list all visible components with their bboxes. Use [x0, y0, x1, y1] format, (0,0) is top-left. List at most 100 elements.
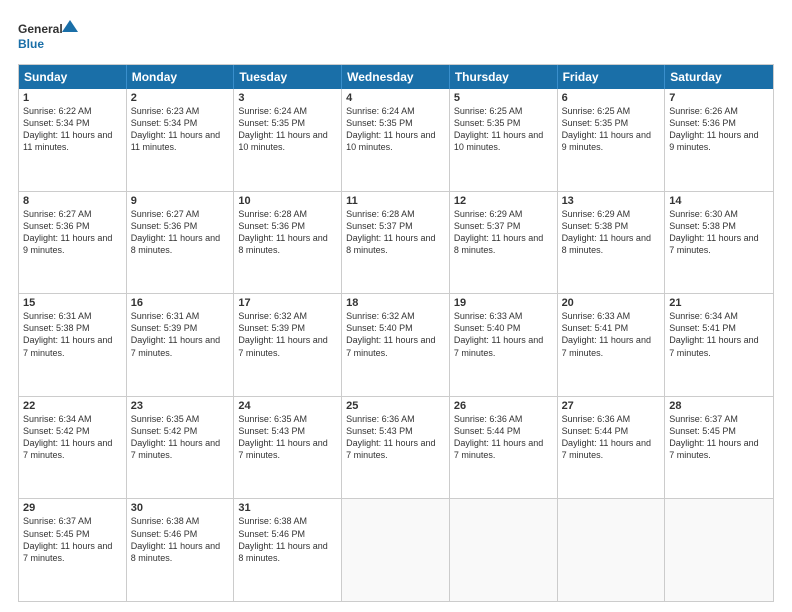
- daylight-hours: 10 minutes.: [238, 141, 337, 153]
- calendar-body: 1Sunrise: 6:22 AMSunset: 5:34 PMDaylight…: [19, 89, 773, 601]
- daylight-hours: 8 minutes.: [131, 244, 230, 256]
- empty-cell: [665, 499, 773, 601]
- sunrise-line: Sunrise: 6:37 AM: [23, 515, 122, 527]
- daylight-label: Daylight: 11 hours and: [669, 129, 769, 141]
- day-number: 20: [562, 297, 661, 309]
- sunrise-line: Sunrise: 6:34 AM: [23, 413, 122, 425]
- sunrise-line: Sunrise: 6:26 AM: [669, 105, 769, 117]
- day-number: 22: [23, 400, 122, 412]
- day-cell-4: 4Sunrise: 6:24 AMSunset: 5:35 PMDaylight…: [342, 89, 450, 191]
- day-cell-13: 13Sunrise: 6:29 AMSunset: 5:38 PMDayligh…: [558, 192, 666, 294]
- sunset-line: Sunset: 5:35 PM: [562, 117, 661, 129]
- sunset-line: Sunset: 5:39 PM: [131, 322, 230, 334]
- day-number: 1: [23, 92, 122, 104]
- daylight-hours: 10 minutes.: [346, 141, 445, 153]
- daylight-label: Daylight: 11 hours and: [669, 437, 769, 449]
- daylight-label: Daylight: 11 hours and: [23, 540, 122, 552]
- sunrise-line: Sunrise: 6:29 AM: [454, 208, 553, 220]
- day-header-monday: Monday: [127, 65, 235, 89]
- day-cell-17: 17Sunrise: 6:32 AMSunset: 5:39 PMDayligh…: [234, 294, 342, 396]
- day-cell-27: 27Sunrise: 6:36 AMSunset: 5:44 PMDayligh…: [558, 397, 666, 499]
- daylight-label: Daylight: 11 hours and: [454, 334, 553, 346]
- daylight-label: Daylight: 11 hours and: [131, 129, 230, 141]
- day-cell-29: 29Sunrise: 6:37 AMSunset: 5:45 PMDayligh…: [19, 499, 127, 601]
- day-header-thursday: Thursday: [450, 65, 558, 89]
- daylight-hours: 9 minutes.: [23, 244, 122, 256]
- day-cell-2: 2Sunrise: 6:23 AMSunset: 5:34 PMDaylight…: [127, 89, 235, 191]
- daylight-label: Daylight: 11 hours and: [454, 129, 553, 141]
- sunrise-line: Sunrise: 6:36 AM: [562, 413, 661, 425]
- daylight-hours: 8 minutes.: [238, 244, 337, 256]
- sunset-line: Sunset: 5:38 PM: [669, 220, 769, 232]
- page: General Blue SundayMondayTuesdayWednesda…: [0, 0, 792, 612]
- sunrise-line: Sunrise: 6:36 AM: [454, 413, 553, 425]
- daylight-hours: 7 minutes.: [131, 347, 230, 359]
- sunset-line: Sunset: 5:39 PM: [238, 322, 337, 334]
- day-cell-3: 3Sunrise: 6:24 AMSunset: 5:35 PMDaylight…: [234, 89, 342, 191]
- sunset-line: Sunset: 5:35 PM: [454, 117, 553, 129]
- day-header-sunday: Sunday: [19, 65, 127, 89]
- week-row-3: 22Sunrise: 6:34 AMSunset: 5:42 PMDayligh…: [19, 396, 773, 499]
- daylight-label: Daylight: 11 hours and: [669, 232, 769, 244]
- day-header-tuesday: Tuesday: [234, 65, 342, 89]
- empty-cell: [558, 499, 666, 601]
- daylight-label: Daylight: 11 hours and: [131, 232, 230, 244]
- sunset-line: Sunset: 5:44 PM: [562, 425, 661, 437]
- week-row-2: 15Sunrise: 6:31 AMSunset: 5:38 PMDayligh…: [19, 293, 773, 396]
- day-number: 24: [238, 400, 337, 412]
- daylight-label: Daylight: 11 hours and: [238, 232, 337, 244]
- day-number: 23: [131, 400, 230, 412]
- daylight-label: Daylight: 11 hours and: [238, 540, 337, 552]
- sunrise-line: Sunrise: 6:27 AM: [23, 208, 122, 220]
- day-header-saturday: Saturday: [665, 65, 773, 89]
- day-number: 13: [562, 195, 661, 207]
- daylight-hours: 7 minutes.: [238, 347, 337, 359]
- daylight-hours: 7 minutes.: [454, 347, 553, 359]
- day-number: 6: [562, 92, 661, 104]
- daylight-hours: 8 minutes.: [131, 552, 230, 564]
- day-number: 29: [23, 502, 122, 514]
- daylight-label: Daylight: 11 hours and: [346, 334, 445, 346]
- week-row-4: 29Sunrise: 6:37 AMSunset: 5:45 PMDayligh…: [19, 498, 773, 601]
- daylight-hours: 7 minutes.: [669, 347, 769, 359]
- day-cell-9: 9Sunrise: 6:27 AMSunset: 5:36 PMDaylight…: [127, 192, 235, 294]
- sunset-line: Sunset: 5:46 PM: [131, 528, 230, 540]
- daylight-hours: 7 minutes.: [23, 449, 122, 461]
- sunset-line: Sunset: 5:46 PM: [238, 528, 337, 540]
- sunrise-line: Sunrise: 6:34 AM: [669, 310, 769, 322]
- sunrise-line: Sunrise: 6:35 AM: [131, 413, 230, 425]
- day-number: 4: [346, 92, 445, 104]
- daylight-label: Daylight: 11 hours and: [238, 334, 337, 346]
- day-number: 18: [346, 297, 445, 309]
- daylight-label: Daylight: 11 hours and: [346, 232, 445, 244]
- sunrise-line: Sunrise: 6:32 AM: [238, 310, 337, 322]
- day-number: 31: [238, 502, 337, 514]
- daylight-hours: 7 minutes.: [454, 449, 553, 461]
- day-number: 14: [669, 195, 769, 207]
- daylight-label: Daylight: 11 hours and: [238, 129, 337, 141]
- day-cell-8: 8Sunrise: 6:27 AMSunset: 5:36 PMDaylight…: [19, 192, 127, 294]
- daylight-label: Daylight: 11 hours and: [346, 129, 445, 141]
- day-number: 27: [562, 400, 661, 412]
- day-number: 9: [131, 195, 230, 207]
- daylight-label: Daylight: 11 hours and: [562, 232, 661, 244]
- daylight-hours: 9 minutes.: [562, 141, 661, 153]
- sunset-line: Sunset: 5:35 PM: [238, 117, 337, 129]
- day-cell-15: 15Sunrise: 6:31 AMSunset: 5:38 PMDayligh…: [19, 294, 127, 396]
- sunset-line: Sunset: 5:35 PM: [346, 117, 445, 129]
- day-number: 12: [454, 195, 553, 207]
- sunrise-line: Sunrise: 6:24 AM: [238, 105, 337, 117]
- daylight-label: Daylight: 11 hours and: [23, 437, 122, 449]
- sunrise-line: Sunrise: 6:27 AM: [131, 208, 230, 220]
- day-cell-31: 31Sunrise: 6:38 AMSunset: 5:46 PMDayligh…: [234, 499, 342, 601]
- day-number: 21: [669, 297, 769, 309]
- day-header-wednesday: Wednesday: [342, 65, 450, 89]
- day-cell-6: 6Sunrise: 6:25 AMSunset: 5:35 PMDaylight…: [558, 89, 666, 191]
- sunrise-line: Sunrise: 6:25 AM: [454, 105, 553, 117]
- daylight-hours: 7 minutes.: [23, 552, 122, 564]
- daylight-hours: 11 minutes.: [131, 141, 230, 153]
- day-cell-19: 19Sunrise: 6:33 AMSunset: 5:40 PMDayligh…: [450, 294, 558, 396]
- day-number: 16: [131, 297, 230, 309]
- day-cell-21: 21Sunrise: 6:34 AMSunset: 5:41 PMDayligh…: [665, 294, 773, 396]
- daylight-label: Daylight: 11 hours and: [454, 437, 553, 449]
